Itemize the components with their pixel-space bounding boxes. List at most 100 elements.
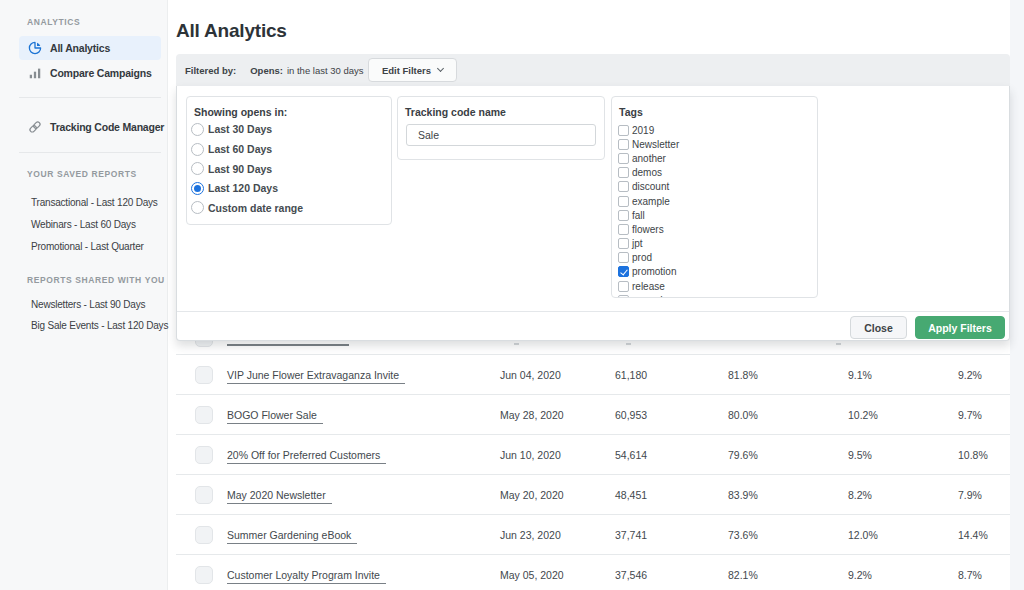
tag-label: Newsletter bbox=[632, 139, 679, 150]
tag-checkbox-row[interactable]: discount bbox=[618, 180, 679, 194]
radio-last-90-days[interactable]: Last 90 Days bbox=[191, 161, 272, 177]
tag-checkbox-row[interactable]: fall bbox=[618, 208, 679, 222]
apply-filters-button[interactable]: Apply Filters bbox=[915, 316, 1005, 339]
checkbox-icon bbox=[618, 210, 629, 221]
cell-click-rate: 12.0% bbox=[848, 529, 958, 541]
tag-label: another bbox=[632, 153, 666, 164]
cell-open-rate: 81.8% bbox=[728, 369, 848, 381]
tag-checkbox-row[interactable]: jpt bbox=[618, 237, 679, 251]
radio-last-60-days[interactable]: Last 60 Days bbox=[191, 141, 272, 157]
tracking-code-label: Tracking code name bbox=[405, 106, 506, 118]
tag-label: prod bbox=[632, 252, 652, 263]
edit-filters-label: Edit Filters bbox=[382, 65, 431, 76]
row-checkbox[interactable] bbox=[195, 446, 213, 464]
saved-report-link[interactable]: Webinars - Last 60 Days bbox=[31, 219, 136, 230]
checkbox-icon bbox=[618, 224, 629, 235]
cell-click-rate: 9.1% bbox=[848, 369, 958, 381]
tag-label: resend bbox=[632, 295, 663, 298]
radio-icon bbox=[191, 201, 204, 214]
campaign-link[interactable]: May 2020 Newsletter bbox=[227, 489, 332, 504]
table-row: Summer Gardening eBook Jun 23, 2020 37,7… bbox=[176, 515, 1010, 555]
clipped-text-fragment bbox=[514, 343, 519, 345]
filtered-by-label: Filtered by: bbox=[185, 65, 236, 76]
shared-report-link[interactable]: Big Sale Events - Last 120 Days bbox=[31, 320, 168, 331]
cell-opens: 54,614 bbox=[615, 449, 728, 461]
checkbox-icon bbox=[618, 153, 629, 164]
tag-checkbox-row[interactable]: 2019 bbox=[618, 123, 679, 137]
pie-chart-icon bbox=[28, 41, 42, 55]
radio-last-120-days[interactable]: Last 120 Days bbox=[191, 180, 278, 196]
checkbox-icon bbox=[618, 181, 629, 192]
tag-checkbox-row[interactable]: Newsletter bbox=[618, 137, 679, 151]
saved-report-link[interactable]: Promotional - Last Quarter bbox=[31, 241, 144, 252]
row-checkbox[interactable] bbox=[195, 486, 213, 504]
checkbox-icon bbox=[618, 281, 629, 292]
campaign-link[interactable]: Summer Gardening eBook bbox=[227, 529, 357, 544]
radio-custom-date-range[interactable]: Custom date range bbox=[191, 200, 303, 216]
tag-label: fall bbox=[632, 210, 645, 221]
cell-click-rate: 8.2% bbox=[848, 489, 958, 501]
cell-opens: 37,546 bbox=[615, 569, 728, 581]
tags-list: 2019 Newsletter another demos bbox=[618, 123, 679, 298]
tag-checkbox-row[interactable]: release bbox=[618, 279, 679, 293]
campaign-link[interactable]: Customer Loyalty Program Invite bbox=[227, 569, 386, 584]
filter-name: Opens: bbox=[250, 65, 283, 76]
shared-report-link[interactable]: Newsletters - Last 90 Days bbox=[31, 299, 145, 310]
tags-group: Tags 2019 Newsletter another bbox=[611, 96, 818, 298]
sidebar-item-label: All Analytics bbox=[50, 42, 110, 54]
tag-checkbox-row[interactable]: another bbox=[618, 151, 679, 165]
saved-report-link[interactable]: Transactional - Last 120 Days bbox=[31, 197, 158, 208]
sidebar-item-compare-campaigns[interactable]: Compare Campaigns bbox=[19, 61, 161, 85]
close-button[interactable]: Close bbox=[850, 316, 907, 339]
clipped-link-underline bbox=[227, 344, 349, 346]
checkbox-icon bbox=[618, 266, 629, 277]
tag-label: discount bbox=[632, 181, 669, 192]
cell-rate: 9.7% bbox=[958, 409, 1010, 421]
cell-open-rate: 80.0% bbox=[728, 409, 848, 421]
cell-rate: 8.7% bbox=[958, 569, 1010, 581]
cell-click-rate: 9.5% bbox=[848, 449, 958, 461]
opens-group-label: Showing opens in: bbox=[194, 106, 287, 118]
cell-date: Jun 23, 2020 bbox=[500, 529, 615, 541]
tag-checkbox-row[interactable]: flowers bbox=[618, 222, 679, 236]
row-checkbox[interactable] bbox=[195, 366, 213, 384]
row-checkbox[interactable] bbox=[195, 526, 213, 544]
checkbox-icon bbox=[618, 167, 629, 178]
tag-checkbox-row[interactable]: demos bbox=[618, 166, 679, 180]
tag-checkbox-row[interactable]: prod bbox=[618, 251, 679, 265]
tag-label: example bbox=[632, 196, 670, 207]
tag-label: promotion bbox=[632, 266, 676, 277]
campaign-link[interactable]: 20% Off for Preferred Customers bbox=[227, 449, 386, 464]
radio-icon bbox=[191, 162, 204, 175]
tracking-code-input[interactable] bbox=[406, 124, 596, 146]
cell-click-rate: 9.2% bbox=[848, 569, 958, 581]
cell-rate: 14.4% bbox=[958, 529, 1010, 541]
sidebar-section-analytics: ANALYTICS bbox=[27, 17, 80, 27]
sidebar-divider bbox=[19, 97, 161, 98]
cell-rate: 7.9% bbox=[958, 489, 1010, 501]
sidebar-item-label: Compare Campaigns bbox=[50, 67, 152, 79]
cell-date: Jun 10, 2020 bbox=[500, 449, 615, 461]
cell-date: May 20, 2020 bbox=[500, 489, 615, 501]
row-checkbox[interactable] bbox=[195, 406, 213, 424]
row-checkbox[interactable] bbox=[195, 566, 213, 584]
sidebar-divider bbox=[19, 152, 161, 153]
checkbox-icon bbox=[618, 238, 629, 249]
clipped-text-fragment bbox=[836, 343, 841, 345]
tags-group-label: Tags bbox=[619, 106, 643, 118]
tag-checkbox-row[interactable]: example bbox=[618, 194, 679, 208]
tag-checkbox-row[interactable]: promotion bbox=[618, 265, 679, 279]
campaign-link[interactable]: BOGO Flower Sale bbox=[227, 409, 323, 424]
edit-filters-button[interactable]: Edit Filters bbox=[368, 58, 457, 82]
sidebar-item-label: Tracking Code Manager bbox=[50, 121, 164, 133]
cell-opens: 37,741 bbox=[615, 529, 728, 541]
chevron-down-icon bbox=[437, 65, 444, 72]
sidebar-item-all-analytics[interactable]: All Analytics bbox=[19, 36, 161, 60]
tag-checkbox-row[interactable]: resend bbox=[618, 293, 679, 298]
sidebar-section-saved-reports: YOUR SAVED REPORTS bbox=[27, 169, 137, 179]
radio-icon bbox=[191, 143, 204, 156]
radio-last-30-days[interactable]: Last 30 Days bbox=[191, 121, 272, 137]
table-row: Customer Loyalty Program Invite May 05, … bbox=[176, 555, 1010, 590]
campaign-link[interactable]: VIP June Flower Extravaganza Invite bbox=[227, 369, 405, 384]
sidebar-item-tracking-code-manager[interactable]: Tracking Code Manager bbox=[19, 115, 161, 139]
